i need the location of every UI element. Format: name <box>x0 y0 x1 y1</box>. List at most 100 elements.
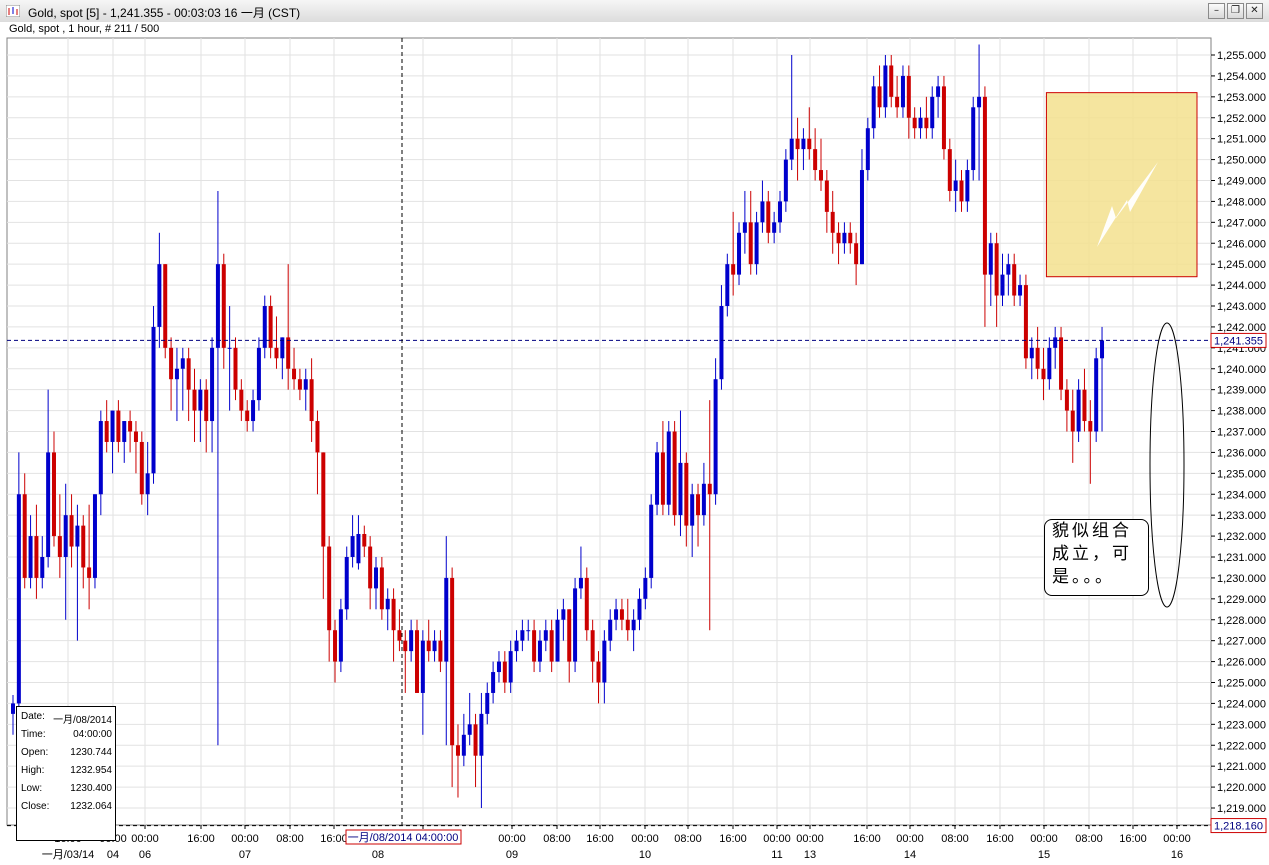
candle-body <box>163 264 168 348</box>
candle-body <box>813 149 818 171</box>
y-tick-label: 1,245.000 <box>1217 259 1266 271</box>
x-time-label: 00:00 <box>763 833 791 845</box>
x-time-label: 00:00 <box>231 833 259 845</box>
y-tick-label: 1,228.000 <box>1217 615 1266 627</box>
candle-body <box>971 107 976 171</box>
candle-body <box>760 201 765 223</box>
candle-body <box>742 222 747 233</box>
candle-body <box>245 410 250 422</box>
candle-body <box>608 619 613 641</box>
candle-body <box>573 588 578 662</box>
candle-body <box>789 138 794 160</box>
candle-body <box>590 630 595 662</box>
x-date-label: 09 <box>506 849 518 861</box>
candle-body <box>655 452 660 505</box>
candle-body <box>1006 264 1011 275</box>
candle-body <box>713 379 718 495</box>
x-time-label: 16:00 <box>320 833 348 845</box>
candle-body <box>87 567 92 578</box>
candle-body <box>631 619 636 631</box>
candle-body <box>1023 285 1028 359</box>
candle-body <box>895 96 900 108</box>
candle-body <box>1018 285 1023 296</box>
candle-body <box>783 159 788 202</box>
candle-body <box>1094 358 1099 432</box>
candle-body <box>772 222 777 233</box>
candle-body <box>725 264 730 306</box>
candle-body <box>63 515 68 557</box>
candle-body <box>333 630 338 662</box>
close-button[interactable]: ✕ <box>1246 3 1263 19</box>
candle-body <box>116 410 121 442</box>
candle-body <box>737 232 742 275</box>
candle-body <box>748 222 753 265</box>
y-tick-label: 1,240.000 <box>1217 364 1266 376</box>
candle-body <box>801 138 806 150</box>
candle-body <box>766 201 771 233</box>
x-time-label: 16:00 <box>586 833 614 845</box>
candle-body <box>262 306 267 348</box>
candle-body <box>596 661 601 683</box>
candle-body <box>344 557 349 610</box>
x-date-label: 13 <box>804 849 816 861</box>
candle-body <box>34 536 39 578</box>
x-date-label: 11 <box>771 849 782 861</box>
x-time-label: 16:00 <box>853 833 881 845</box>
candle-body <box>678 462 683 516</box>
candle-body <box>514 640 519 652</box>
candle-body <box>602 640 607 683</box>
candle-body <box>672 431 677 516</box>
candle-body <box>707 483 712 495</box>
candle-body <box>1047 347 1052 380</box>
candle-body <box>251 400 256 422</box>
y-tick-label: 1,247.000 <box>1217 217 1266 229</box>
y-tick-label: 1,233.000 <box>1217 510 1266 522</box>
candle-body <box>1100 340 1105 359</box>
restore-button[interactable]: ❐ <box>1227 3 1244 19</box>
annotation-box <box>1045 92 1198 278</box>
y-tick-label: 1,221.000 <box>1217 761 1266 773</box>
candle-body <box>982 96 987 275</box>
candle-body <box>508 651 513 683</box>
y-tick-label: 1,251.000 <box>1217 134 1266 146</box>
x-time-label: 00:00 <box>1163 833 1191 845</box>
candle-body <box>391 598 396 631</box>
info-row-open: Open: 1230.744 <box>21 747 112 758</box>
candlestick-chart[interactable]: 1,219.000 1,220.000 1,221.000 1,222.000 1,22… <box>0 22 1269 865</box>
candle-body <box>526 630 531 632</box>
y-tick-label: 1,232.000 <box>1217 531 1266 543</box>
y-tick-label: 1,231.000 <box>1217 552 1266 564</box>
annotation-note: 貌似组合成立，可是。。。 <box>1044 519 1149 596</box>
y-tick-label: 1,242.000 <box>1217 322 1266 334</box>
candle-body <box>397 630 402 641</box>
info-row-date: Date: 一月/08/2014 <box>21 711 112 726</box>
x-date-label: 04 <box>107 849 119 861</box>
candle-body <box>859 170 864 265</box>
candle-body <box>315 421 320 453</box>
candle-body <box>906 75 911 118</box>
candle-body <box>854 243 859 265</box>
candle-body <box>912 117 917 129</box>
candle-body <box>754 222 759 265</box>
minimize-button[interactable]: – <box>1208 3 1225 19</box>
y-tick-label: 1,223.000 <box>1217 719 1266 731</box>
y-tick-label: 1,249.000 <box>1217 176 1266 188</box>
candle-body <box>1041 368 1046 380</box>
candle-body <box>385 598 390 610</box>
window-title: Gold, spot [5] - 1,241.355 - 00:03:03 16… <box>28 6 301 20</box>
candle-body <box>1029 347 1034 359</box>
candle-body <box>180 358 185 369</box>
y-tick-label: 1,250.000 <box>1217 155 1266 167</box>
candle-body <box>239 389 244 411</box>
low-marker-label: 1,218.160 <box>1214 821 1263 833</box>
candle-body <box>578 577 583 589</box>
candle-body <box>455 745 460 756</box>
candle-body <box>543 630 548 641</box>
candle-body <box>303 379 308 390</box>
x-date-label: 07 <box>239 849 251 861</box>
candle-body <box>660 452 665 505</box>
chart-area[interactable]: Gold, spot , 1 hour, # 211 / 500 1,219.0… <box>0 22 1269 865</box>
y-tick-label: 1,246.000 <box>1217 238 1266 250</box>
y-tick-label: 1,222.000 <box>1217 740 1266 752</box>
candle-body <box>696 494 701 516</box>
